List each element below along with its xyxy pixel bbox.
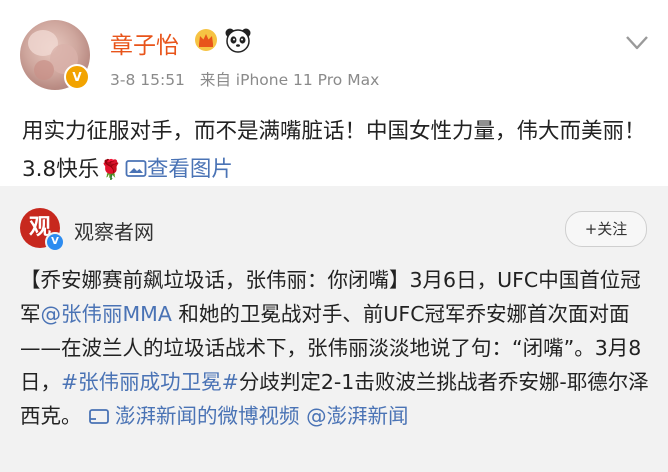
image-icon <box>125 160 147 177</box>
view-image-label: 查看图片 <box>146 157 233 182</box>
weibo-post: V 章子怡 3-8 15:51 来自 iPhone 11 Pro Max 用实力… <box>0 0 668 186</box>
rose-emoji: 🌹 <box>99 159 123 181</box>
repost-card[interactable]: 观 V 观察者网 +关注 【乔安娜赛前飙垃圾话，张伟丽：你闭嘴】3月6日，UFC… <box>0 186 668 472</box>
video-icon <box>89 409 109 424</box>
source-name[interactable]: 观察者网 <box>74 216 154 245</box>
verified-icon: V <box>64 64 90 90</box>
crown-icon <box>195 29 217 51</box>
post-meta: 3-8 15:51 来自 iPhone 11 Pro Max <box>110 68 389 90</box>
view-image-link[interactable]: 查看图片 <box>123 157 233 182</box>
mention-pengpai[interactable]: @澎湃新闻 <box>306 404 409 428</box>
mention-zhangweili[interactable]: @张伟丽MMA <box>41 302 172 326</box>
chevron-down-icon[interactable] <box>624 33 650 53</box>
verified-icon: V <box>45 232 65 252</box>
username[interactable]: 章子怡 <box>110 26 179 60</box>
post-timestamp: 3-8 15:51 <box>110 71 185 89</box>
post-text: 用实力征服对手，而不是满嘴脏话！中国女性力量，伟大而美丽！3.8快乐🌹 查看图片 <box>22 113 652 189</box>
follow-button[interactable]: +关注 <box>565 211 647 247</box>
hashtag-link[interactable]: #张伟丽成功卫冕# <box>61 370 239 394</box>
post-source: 来自 iPhone 11 Pro Max <box>199 71 380 89</box>
video-link-label: 澎湃新闻的微博视频 <box>115 404 300 428</box>
repost-text: 【乔安娜赛前飙垃圾话，张伟丽：你闭嘴】3月6日，UFC中国首位冠军@张伟丽MMA… <box>20 263 654 433</box>
video-link[interactable]: 澎湃新闻的微博视频 <box>88 404 300 428</box>
panda-icon <box>225 28 251 53</box>
